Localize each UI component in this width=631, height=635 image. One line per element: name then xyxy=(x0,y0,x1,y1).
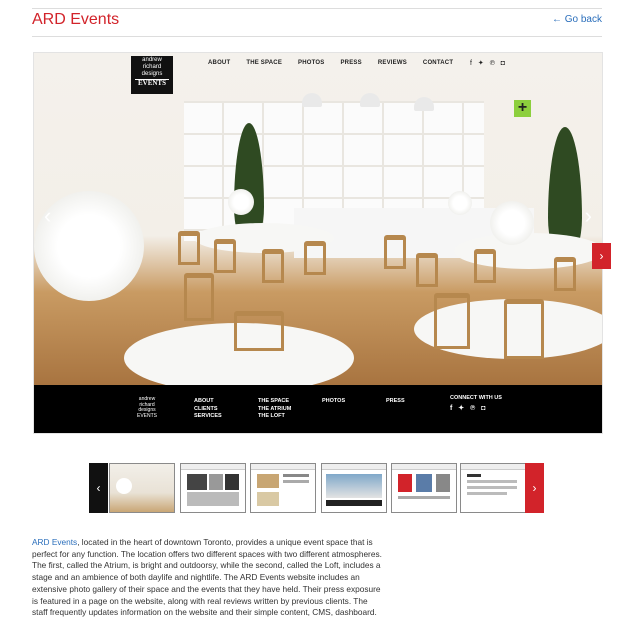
footer-social-icons: f ✦ ℗ ◘ xyxy=(450,404,488,412)
nav-contact: CONTACT xyxy=(422,60,454,66)
website-footer: andrew richard designs EVENTS ABOUT CLIE… xyxy=(34,385,602,433)
cross-back-chair xyxy=(434,293,470,349)
page-title: ARD Events xyxy=(32,11,120,28)
pendant-lamp xyxy=(414,97,434,111)
cross-back-chair xyxy=(554,257,576,291)
thumbnail-6[interactable] xyxy=(460,463,526,513)
footer-connect-title: CONNECT WITH US xyxy=(450,395,502,401)
ard-events-link[interactable]: ARD Events xyxy=(32,537,77,547)
logo-events-text: EVENTS xyxy=(135,79,169,87)
footer-col-press: PRESS xyxy=(386,398,405,406)
logo-events-text: EVENTS xyxy=(136,412,157,419)
logo-text: richard xyxy=(142,64,162,70)
title-divider xyxy=(32,36,602,37)
thumbnail-5[interactable] xyxy=(391,463,457,513)
thumbnail-2[interactable] xyxy=(180,463,246,513)
slide-prev-arrow-icon[interactable]: ‹ xyxy=(44,203,51,229)
cross-back-chair xyxy=(178,231,200,265)
cross-back-chair xyxy=(184,273,214,321)
footer-col-space: THE SPACE THE ATRIUM THE LOFT xyxy=(258,398,291,421)
cross-back-chair xyxy=(304,241,326,275)
thumbs-next-arrow-icon[interactable]: › xyxy=(525,463,544,513)
cross-back-chair xyxy=(262,249,284,283)
flower-centerpiece xyxy=(228,189,254,215)
cross-back-chair xyxy=(384,235,406,269)
website-header: andrew richard designs EVENTS ABOUT THE … xyxy=(34,53,602,97)
logo-text: designs xyxy=(141,71,163,77)
plus-icon[interactable]: + xyxy=(514,100,531,117)
thumbnail-1[interactable] xyxy=(109,463,175,513)
thumbnail-3[interactable] xyxy=(250,463,316,513)
footer-link: CLIENTS xyxy=(194,405,218,412)
footer-link: ABOUT xyxy=(194,398,214,404)
footer-link: PRESS xyxy=(386,398,405,404)
footer-link: THE SPACE xyxy=(258,398,290,404)
cross-back-chair xyxy=(474,249,496,283)
nav-about: ABOUT xyxy=(208,60,231,66)
website-nav: ABOUT THE SPACE PHOTOS PRESS REVIEWS CON… xyxy=(208,60,453,66)
nav-photos: PHOTOS xyxy=(298,60,325,66)
top-divider xyxy=(32,8,602,9)
thumbnail-4[interactable] xyxy=(321,463,387,513)
description-text: , located in the heart of downtown Toron… xyxy=(32,537,382,618)
logo-text: andrew xyxy=(142,57,162,63)
cross-back-chair xyxy=(234,311,284,351)
slide-next-arrow-icon[interactable]: › xyxy=(585,203,592,229)
cross-back-chair xyxy=(504,299,544,359)
footer-col-about: ABOUT CLIENTS SERVICES xyxy=(194,398,222,421)
flower-centerpiece xyxy=(490,201,534,245)
footer-link: PHOTOS xyxy=(322,398,346,404)
featured-screenshot-slide: andrew richard designs EVENTS ABOUT THE … xyxy=(33,52,603,434)
footer-col-connect: CONNECT WITH US f ✦ ℗ ◘ xyxy=(450,395,502,412)
flower-centerpiece xyxy=(448,191,472,215)
footer-col-photos: PHOTOS xyxy=(322,398,345,406)
nav-reviews: REVIEWS xyxy=(377,60,407,66)
thumbs-prev-arrow-icon[interactable]: ‹ xyxy=(89,463,108,513)
project-description: ARD Events, located in the heart of down… xyxy=(32,537,382,619)
go-back-link[interactable]: ← Go back xyxy=(552,14,602,25)
cross-back-chair xyxy=(214,239,236,273)
footer-link: THE ATRIUM xyxy=(258,405,292,412)
social-icons: f ✦ ℗ ◘ xyxy=(470,60,508,67)
cross-back-chair xyxy=(416,253,438,287)
nav-press: PRESS xyxy=(340,60,362,66)
footer-logo: andrew richard designs EVENTS xyxy=(132,396,162,425)
footer-link: THE LOFT xyxy=(258,413,285,419)
ard-logo: andrew richard designs EVENTS xyxy=(131,56,173,94)
nav-the-space: THE SPACE xyxy=(246,60,283,66)
footer-link: SERVICES xyxy=(194,413,222,419)
next-project-arrow-icon[interactable]: › xyxy=(592,243,611,269)
